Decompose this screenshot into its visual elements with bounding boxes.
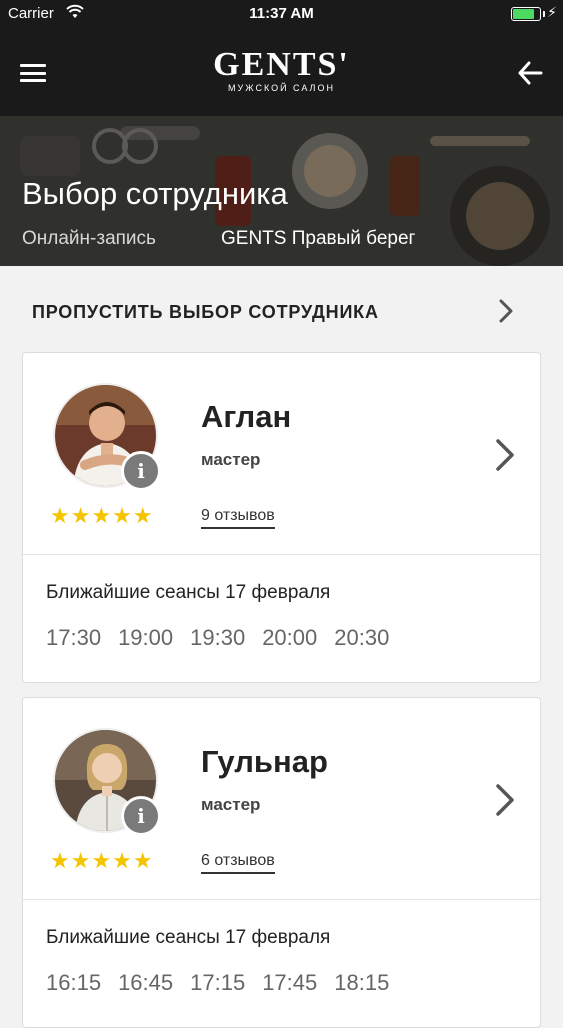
logo-wordmark: GENTS': [213, 46, 350, 83]
chevron-right-icon: [498, 298, 514, 329]
back-arrow-icon[interactable]: [517, 60, 543, 86]
time-slot[interactable]: 19:30: [190, 625, 245, 651]
time-slot[interactable]: 20:30: [334, 625, 389, 651]
clock: 11:37 AM: [249, 5, 314, 22]
logo-subtitle: МУЖСКОЙ САЛОН: [228, 83, 335, 93]
sessions-label: Ближайшие сеансы 17 февраля: [46, 582, 331, 603]
chevron-right-icon: [494, 437, 516, 478]
battery-icon: [511, 7, 541, 21]
charging-icon: ⚡: [547, 4, 557, 20]
battery-tip: [543, 11, 545, 17]
page-title: Выбор сотрудника: [22, 176, 288, 211]
gents-logo: GENTS' МУЖСКОЙ САЛОН: [0, 46, 563, 94]
salon-name: GENTS Правый берег: [221, 228, 416, 249]
time-slot[interactable]: 17:30: [46, 625, 101, 651]
rating-stars: ★★★★★: [50, 503, 154, 528]
reviews-link[interactable]: 6 отзывов: [201, 852, 275, 874]
employee-card: i ★★★★★ Аглан мастер 9 отзывов Ближайшие…: [22, 352, 541, 683]
nav-bar: GENTS' МУЖСКОЙ САЛОН: [0, 28, 563, 116]
employee-card-header[interactable]: i ★★★★★ Гульнар мастер 6 отзывов: [23, 698, 540, 900]
status-bar: Carrier 11:37 AM ⚡: [0, 0, 563, 28]
skip-label: ПРОПУСТИТЬ ВЫБОР СОТРУДНИКА: [32, 302, 379, 322]
time-slot[interactable]: 17:45: [262, 970, 317, 996]
chevron-right-icon: [494, 782, 516, 823]
employee-name: Аглан: [201, 399, 292, 434]
rating-stars: ★★★★★: [50, 848, 154, 873]
time-slot[interactable]: 18:15: [334, 970, 389, 996]
reviews-link[interactable]: 9 отзывов: [201, 507, 275, 529]
time-slot[interactable]: 17:15: [190, 970, 245, 996]
breadcrumb[interactable]: Онлайн-запись: [22, 228, 156, 250]
time-slot[interactable]: 19:00: [118, 625, 173, 651]
time-slot[interactable]: 16:45: [118, 970, 173, 996]
info-icon[interactable]: i: [121, 451, 161, 491]
time-slot[interactable]: 16:15: [46, 970, 101, 996]
time-slots: 17:30 19:00 19:30 20:00 20:30: [46, 625, 406, 651]
hero-banner: Выбор сотрудника Онлайн-запись GENTS Пра…: [0, 116, 563, 266]
employee-card-header[interactable]: i ★★★★★ Аглан мастер 9 отзывов: [23, 353, 540, 555]
sessions-label: Ближайшие сеансы 17 февраля: [46, 927, 331, 948]
nearest-sessions: Ближайшие сеансы 17 февраля 16:15 16:45 …: [23, 900, 540, 1027]
skip-employee-selection-button[interactable]: ПРОПУСТИТЬ ВЫБОР СОТРУДНИКА: [22, 282, 542, 340]
employee-role: мастер: [201, 795, 261, 814]
info-icon[interactable]: i: [121, 796, 161, 836]
battery-level: [513, 9, 534, 19]
time-slots: 16:15 16:45 17:15 17:45 18:15: [46, 970, 406, 996]
nearest-sessions: Ближайшие сеансы 17 февраля 17:30 19:00 …: [23, 555, 540, 682]
time-slot[interactable]: 20:00: [262, 625, 317, 651]
employee-role: мастер: [201, 450, 261, 469]
employee-card: i ★★★★★ Гульнар мастер 6 отзывов Ближайш…: [22, 697, 541, 1028]
employee-name: Гульнар: [201, 744, 328, 779]
